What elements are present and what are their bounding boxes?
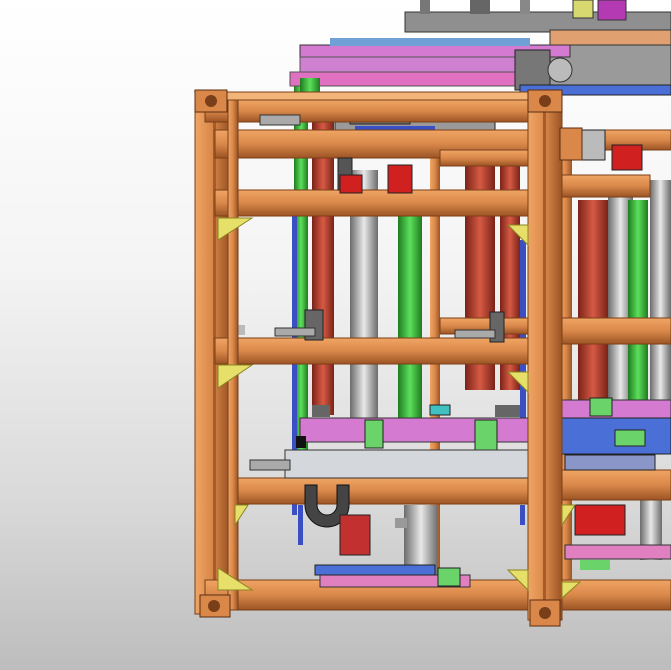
post-inner-left — [227, 99, 239, 611]
cad-viewport[interactable] — [0, 0, 671, 670]
cad-model-render — [193, 0, 671, 627]
